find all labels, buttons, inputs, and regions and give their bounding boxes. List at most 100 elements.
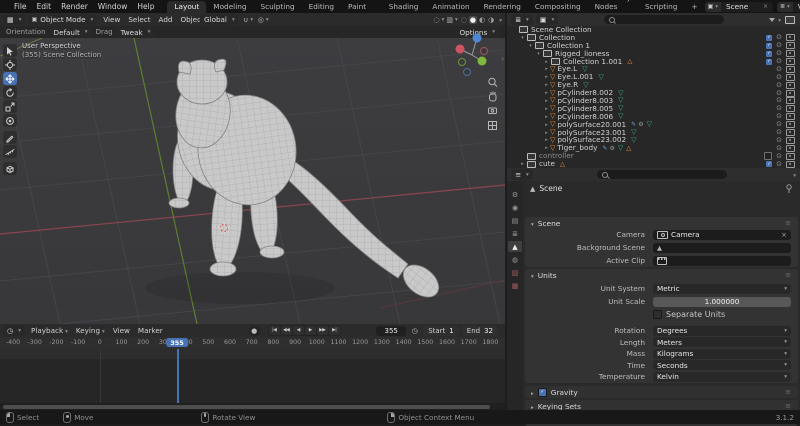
viewport-menu-add[interactable]: Add [155,15,177,24]
workspace-tab-geometry-nodes[interactable]: Geometry Nodes [588,0,638,13]
tool-add-cube[interactable] [3,162,17,175]
separate-units-checkbox[interactable] [653,310,662,319]
properties-tab-world[interactable]: ◍ [508,254,522,265]
properties-tab-texture[interactable]: ▨ [508,267,522,278]
workspace-tab-item[interactable]: + [684,1,704,13]
panel-grip-icon[interactable]: ≡ [785,388,792,396]
menu-file[interactable]: File [9,2,32,11]
outliner-row-cute[interactable]: ▸cute△✓⊙ [507,160,800,168]
gizmo-z-axis[interactable] [473,34,482,43]
eye-icon[interactable]: ⊙ [776,161,782,168]
unit-system-dropdown[interactable]: Metric▾ [653,284,791,294]
unit-scale-slider[interactable]: 1.000000 [653,297,791,307]
transform-orientation-dropdown[interactable]: Global [200,14,239,25]
editor-type-button[interactable]: ▦ [3,14,26,25]
shading-wireframe-icon[interactable]: ◌ [460,16,468,24]
show-gizmo-icon[interactable]: ◌ [433,15,444,25]
disclosure-arrow-icon[interactable]: ▸ [543,81,550,89]
proportional-edit-icon[interactable]: ◎ [258,15,269,25]
gizmo-x-axis-neg[interactable] [481,48,488,55]
drag-dropdown[interactable]: Tweak [117,27,155,38]
tool-transform[interactable] [3,114,17,127]
workspace-tab-scripting[interactable]: Scripting [638,1,684,13]
disclosure-arrow-icon[interactable]: ▾ [535,50,542,58]
shading-dropdown-icon[interactable] [497,15,502,24]
cam-icon[interactable] [786,153,795,160]
panel-grip-icon[interactable]: ≡ [785,402,792,410]
temperature-dropdown[interactable]: Kelvin▾ [653,372,791,382]
timeline-scrollbar[interactable] [0,403,505,410]
workspace-tab-rendering[interactable]: Rendering [477,1,528,13]
outliner[interactable]: ≣ ▣ Scene Collection▾Collection✓⊙▾Collec… [507,13,800,168]
pin-icon[interactable] [785,184,793,193]
checkempty-icon[interactable] [764,152,772,160]
tool-annotate[interactable] [3,131,17,144]
unlink-scene-icon[interactable]: × [763,3,768,10]
check-icon[interactable]: ✓ [766,161,772,167]
properties-filter-icon[interactable] [791,170,796,179]
disclosure-arrow-icon[interactable]: ▸ [519,160,526,168]
preview-range-icon[interactable]: ◷ [409,326,420,336]
timeline-track[interactable] [0,349,505,403]
timeline-ruler[interactable]: -400-300-200-100010020030040050060070080… [0,337,505,349]
properties-tab-physics[interactable]: ▩ [508,280,522,291]
cam-icon[interactable] [786,113,795,120]
workspace-tab-shading[interactable]: Shading [382,1,426,13]
show-overlays-icon[interactable]: ▥ [446,15,457,25]
gizmo-y-axis-neg[interactable] [459,59,466,66]
disclosure-arrow-icon[interactable]: ▾ [519,34,526,42]
cam-icon[interactable] [786,161,795,168]
tool-select-box[interactable] [3,44,17,57]
disclosure-arrow-icon[interactable]: ▸ [543,113,550,121]
timeline-editor-type-button[interactable]: ◷ [3,325,25,336]
orientation-dropdown[interactable]: Default [50,27,92,38]
playhead-line[interactable] [177,349,179,403]
camera-field[interactable]: Camera × [653,230,791,240]
viewport-menu-view[interactable]: View [99,15,124,24]
tool-cursor[interactable] [3,58,17,71]
breadcrumb-scene[interactable]: Scene [539,184,562,193]
3d-scene-canvas[interactable] [0,38,505,324]
mass-dropdown[interactable]: Kilograms▾ [653,349,791,359]
play-reverse-button[interactable]: ◀ [293,326,304,335]
jump-to-start-button[interactable]: |◀ [269,326,280,335]
3d-viewport[interactable]: ▦ ▣Object Mode ViewSelectAddObject Globa… [0,13,505,324]
disclosure-arrow-icon[interactable]: ▸ [543,105,550,113]
disclosure-arrow-icon[interactable]: ▸ [543,136,550,144]
check-icon[interactable]: ✓ [766,35,772,41]
disclosure-arrow-icon[interactable]: ▸ [543,73,550,81]
new-collection-icon[interactable] [785,16,795,24]
toggle-ortho-icon[interactable] [489,122,497,130]
properties-tab-tool[interactable]: ⚙ [508,189,522,200]
units-panel-header[interactable]: Units≡ [525,269,798,281]
cam-icon[interactable] [786,66,795,73]
cam-icon[interactable] [786,34,795,41]
shading-solid-icon[interactable]: ● [469,16,477,24]
background-scene-field[interactable]: ▲ [653,243,791,253]
view-layer-browse-icon[interactable]: ≣ [777,2,793,12]
eye-icon[interactable]: ⊙ [776,153,782,160]
properties-editor-type-button[interactable]: ≡ [511,169,533,180]
panel-grip-icon[interactable]: ≡ [785,219,792,227]
workspace-tab-modeling[interactable]: Modeling [206,1,253,13]
properties-tab-render[interactable]: ◉ [508,202,522,213]
auto-keying-icon[interactable]: ● [249,326,260,336]
check-icon[interactable]: ✓ [766,59,772,65]
camera-view-icon[interactable] [489,108,497,114]
pan-hand-icon[interactable] [490,92,497,102]
gravity-panel-header[interactable]: ✓ Gravity ≡ [525,386,798,398]
disclosure-arrow-icon[interactable]: ▾ [527,42,534,50]
tool-measure[interactable] [3,145,17,158]
check-icon[interactable]: ✓ [766,43,772,49]
menu-window[interactable]: Window [93,2,133,11]
disclosure-arrow-icon[interactable]: ▸ [543,121,550,129]
scene-panel-header[interactable]: Scene≡ [525,217,798,229]
next-keyframe-button[interactable]: ▶▶ [317,326,328,335]
properties-editor[interactable]: ≡ ⚙◉▤≣▲◍▨▩ ▲ Scene Scene≡ Camera Camera … [507,168,800,410]
disclosure-arrow-icon[interactable]: ▸ [543,97,550,105]
gizmo-y-axis[interactable] [478,57,487,66]
cam-icon[interactable] [786,58,795,65]
play-button[interactable]: ▶ [305,326,316,335]
menu-render[interactable]: Render [56,2,93,11]
workspace-tab-sculpting[interactable]: Sculpting [254,1,302,13]
